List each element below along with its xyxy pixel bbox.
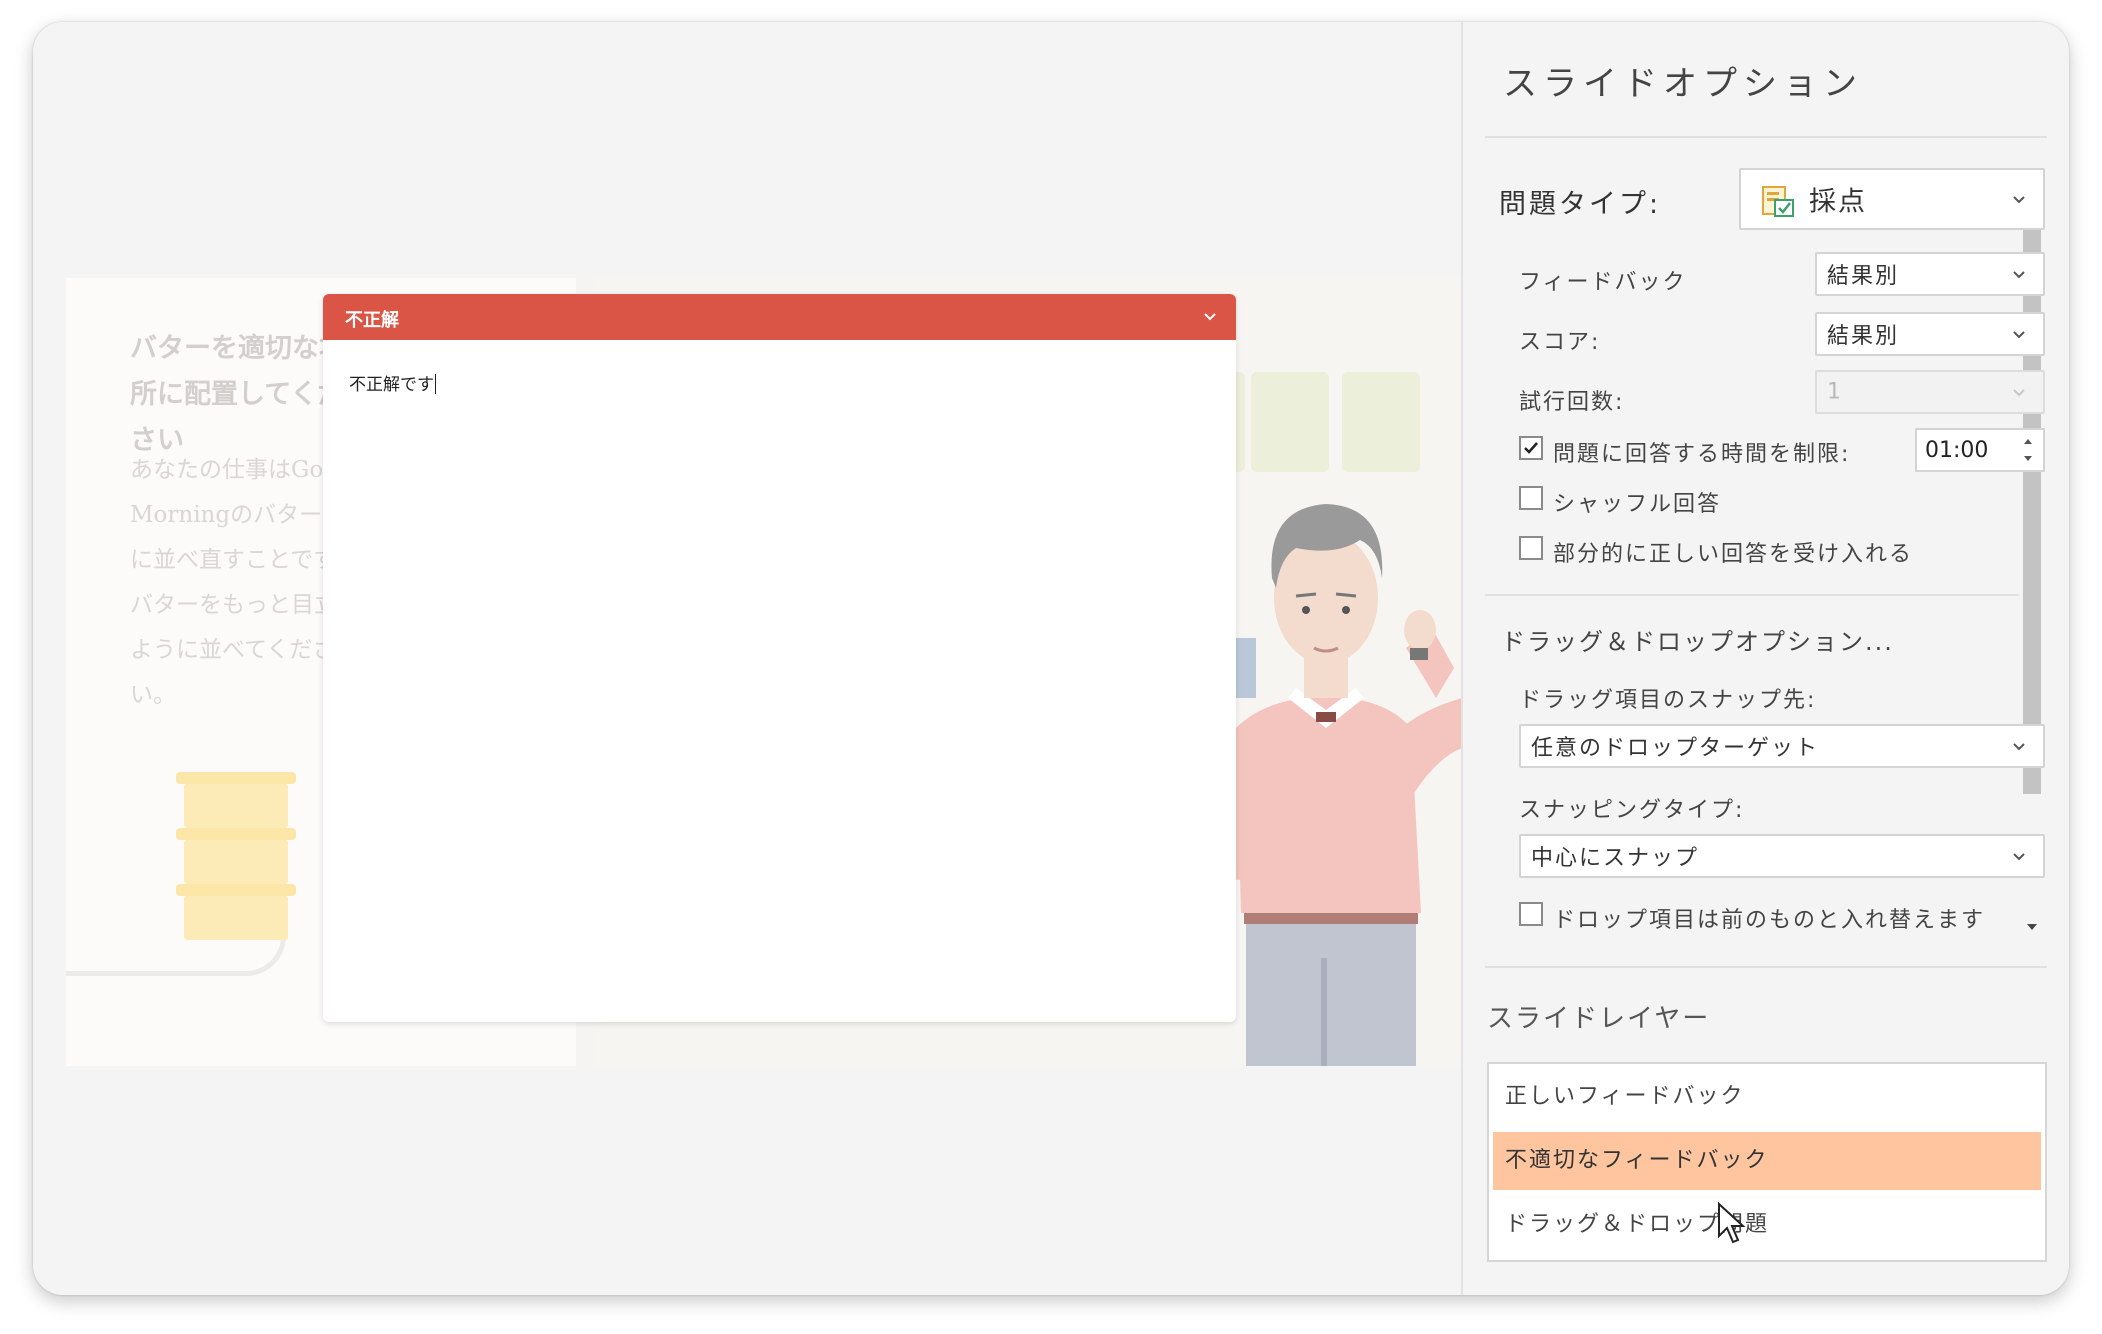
question-type-select[interactable]: 採点 [1739, 168, 2045, 230]
scroll-down-icon[interactable] [2023, 922, 2041, 934]
text-caret [435, 374, 436, 394]
time-limit-stepper[interactable]: 01:00 [1915, 428, 2045, 472]
mouse-pointer-icon [1718, 1202, 1746, 1244]
app-window: バターを適切な場所に配置してください あなたの仕事はGood Morningのバ… [33, 22, 2069, 1295]
slide-options-panel: スライドオプション 問題タイプ: 採点 フィードバック 結果別 スコア: 結果別… [1461, 22, 2069, 1295]
slide-canvas[interactable]: バターを適切な場所に配置してください あなたの仕事はGood Morningのバ… [33, 22, 1462, 1295]
snap-to-label: ドラッグ項目のスナップ先: [1519, 688, 1817, 713]
dialog-title: 不正解 [345, 310, 399, 331]
divider [1485, 594, 2019, 596]
snap-to-value: 任意のドロップターゲット [1531, 736, 1820, 761]
question-type-label: 問題タイプ: [1499, 189, 1662, 220]
replace-items-checkbox[interactable] [1519, 902, 1543, 926]
attempts-label: 試行回数: [1519, 390, 1625, 415]
time-limit-checkbox[interactable] [1519, 436, 1543, 460]
chevron-down-icon [2013, 853, 2025, 861]
partial-credit-checkbox[interactable] [1519, 536, 1543, 560]
score-label: スコア: [1519, 330, 1601, 355]
feedback-select[interactable]: 結果別 [1815, 252, 2045, 296]
spin-up-icon[interactable] [2021, 436, 2035, 446]
score-value: 結果別 [1827, 324, 1900, 349]
chevron-down-icon [2013, 271, 2025, 279]
chevron-down-icon [2013, 196, 2025, 204]
graded-quiz-icon [1762, 186, 1794, 217]
dnd-options-section-label[interactable]: ドラッグ＆ドロップオプション... [1501, 622, 1894, 657]
layer-item-drag-drop-question[interactable]: ドラッグ＆ドロップ問題 [1493, 1196, 2041, 1254]
partial-credit-label: 部分的に正しい回答を受け入れる [1553, 542, 1914, 567]
layer-item-correct-feedback[interactable]: 正しいフィードバック [1493, 1068, 2041, 1126]
time-limit-value: 01:00 [1925, 438, 1989, 463]
attempts-value: 1 [1827, 379, 1843, 405]
slide-layers-label: スライドレイヤー [1487, 1004, 1711, 1034]
slide-layers-list[interactable]: 正しいフィードバック 不適切なフィードバック ドラッグ＆ドロップ問題 [1487, 1062, 2047, 1262]
shuffle-label: シャッフル回答 [1553, 492, 1722, 517]
replace-items-label: ドロップ項目は前のものと入れ替えます [1553, 908, 1986, 933]
divider [1485, 136, 2047, 138]
question-type-value: 採点 [1809, 186, 1867, 218]
snapping-type-label: スナッピングタイプ: [1519, 798, 1745, 823]
layer-item-incorrect-feedback[interactable]: 不適切なフィードバック [1493, 1132, 2041, 1190]
butter-jar [176, 772, 296, 784]
attempts-select[interactable]: 1 [1815, 370, 2045, 414]
snap-to-select[interactable]: 任意のドロップターゲット [1519, 724, 2045, 768]
snapping-type-select[interactable]: 中心にスナップ [1519, 834, 2045, 878]
dialog-text: 不正解です [349, 375, 434, 395]
chevron-down-icon [2013, 743, 2025, 751]
dialog-header[interactable]: 不正解 [323, 294, 1236, 340]
chevron-down-icon[interactable] [1202, 308, 1218, 324]
feedback-layer-dialog[interactable]: 不正解 不正解です [323, 294, 1236, 1022]
time-limit-label: 問題に回答する時間を制限: [1553, 442, 1851, 467]
feedback-label: フィードバック [1519, 270, 1687, 295]
chevron-down-icon [2013, 331, 2025, 339]
panel-title: スライドオプション [1503, 64, 1863, 104]
score-select[interactable]: 結果別 [1815, 312, 2045, 356]
snapping-type-value: 中心にスナップ [1531, 846, 1700, 871]
chevron-down-icon [2013, 389, 2025, 397]
shuffle-checkbox[interactable] [1519, 486, 1543, 510]
checkmark-icon [1524, 442, 1538, 454]
feedback-value: 結果別 [1827, 264, 1900, 289]
divider [1485, 966, 2047, 968]
spin-down-icon[interactable] [2021, 454, 2035, 464]
dialog-text-editor[interactable]: 不正解です [349, 370, 436, 395]
